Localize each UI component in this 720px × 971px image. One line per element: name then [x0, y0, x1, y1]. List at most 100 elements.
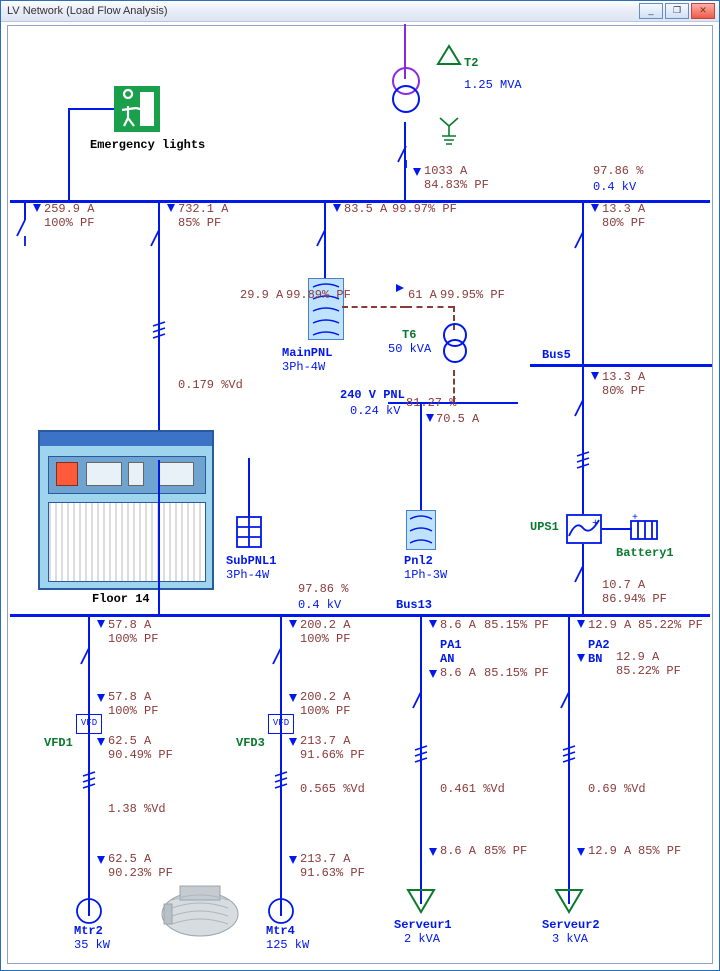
vfd3-out-a: 213.7 A: [300, 734, 350, 748]
breaker-f4: [574, 232, 592, 258]
mainpnl-a: 29.9 A: [240, 288, 283, 302]
breaker-ups: [574, 566, 592, 592]
arrow-icon: [167, 204, 175, 212]
titlebar-text: LV Network (Load Flow Analysis): [7, 5, 168, 17]
srv2-pf: 85% PF: [638, 844, 681, 858]
t6-name: T6: [402, 328, 416, 342]
srv1-a: 8.6 A: [440, 844, 476, 858]
f4-pf: 80% PF: [602, 216, 645, 230]
wye-ground-icon: [432, 114, 466, 148]
motor-photo-icon: [150, 870, 250, 940]
pnl240-a: 70.5 A: [436, 412, 479, 426]
t2-rating: 1.25 MVA: [464, 78, 522, 92]
close-button[interactable]: ✕: [691, 3, 715, 19]
pnl2-name: Pnl2: [404, 554, 433, 568]
vfd1-in-a: 57.8 A: [108, 690, 151, 704]
ups1-name: UPS1: [530, 520, 559, 534]
main-pf: 84.83% PF: [424, 178, 489, 192]
b13f3-a: 8.6 A: [440, 618, 476, 632]
bus13-name: Bus13: [396, 598, 432, 612]
vfd3-icon: VFD: [268, 714, 294, 734]
subpnl1-icon: [236, 516, 262, 548]
load-srv1-icon: [406, 888, 436, 914]
srv1-name: Serveur1: [394, 918, 452, 932]
cable-srv1: [412, 740, 430, 770]
mtr4-pf: 91.63% PF: [300, 866, 365, 880]
breaker-b13f1: [80, 648, 98, 674]
arrow-icon: [591, 372, 599, 380]
pa1-ph: AN: [440, 652, 454, 666]
delta-icon: [436, 44, 462, 66]
f2-a: 732.1 A: [178, 202, 228, 216]
f3-a: 83.5 A: [344, 202, 387, 216]
bus-mainpnl: [342, 306, 406, 310]
bus-pct: 97.86 %: [593, 164, 643, 178]
pnl240-name: 240 V PNL: [340, 388, 405, 402]
vfd3-in-a: 200.2 A: [300, 690, 350, 704]
motor-mtr2-icon: [76, 898, 102, 924]
subpnl-vd: 0.179 %Vd: [178, 378, 243, 392]
mtr4-name: Mtr4: [266, 924, 295, 938]
pa2-ph: BN: [588, 652, 602, 666]
vfd1-name: VFD1: [44, 736, 73, 750]
svg-text:+: +: [592, 518, 599, 530]
titlebar[interactable]: LV Network (Load Flow Analysis) _ ❐ ✕: [1, 1, 719, 22]
srv2-rating: 3 kVA: [552, 932, 588, 946]
breaker-bus5f: [574, 400, 592, 426]
breaker-f3: [316, 230, 334, 256]
cable-srv2: [560, 740, 578, 770]
diagram-canvas[interactable]: T2 1.25 MVA 1033 A 84.83% PF 97.86 % 0.4…: [7, 25, 713, 964]
srv2-name: Serveur2: [542, 918, 600, 932]
mtr2-vd: 1.38 %Vd: [108, 802, 166, 816]
arrow-icon: [429, 670, 437, 678]
vfd1-in-pf: 100% PF: [108, 704, 158, 718]
arrow-icon: [591, 204, 599, 212]
minimize-button[interactable]: _: [639, 3, 663, 19]
breaker-f2: [150, 230, 168, 256]
pa1-a: 8.6 A: [440, 666, 476, 680]
ups1-icon: +: [566, 514, 602, 544]
breaker-pa2: [560, 692, 578, 718]
battery-icon: +: [630, 516, 658, 542]
feeder4-wire: [582, 200, 584, 364]
b13f2-pf: 100% PF: [300, 632, 350, 646]
pnl2-icon: [406, 510, 436, 550]
subpnl1-name: SubPNL1: [226, 554, 276, 568]
maximize-button[interactable]: ❐: [665, 3, 689, 19]
ups-bat-wire: [602, 528, 632, 530]
f1-pf: 100% PF: [44, 216, 94, 230]
bus13-pct: 97.86 %: [298, 582, 348, 596]
pa1-pf: 85.15% PF: [484, 666, 549, 680]
pa2-pf: 85.22% PF: [616, 664, 681, 678]
bus-kv: 0.4 kV: [593, 180, 636, 194]
srv1-pf: 85% PF: [484, 844, 527, 858]
battery1-name: Battery1: [616, 546, 674, 560]
cable-f2: [150, 316, 168, 346]
feeder2-to-bus13: [158, 460, 160, 614]
breaker-pa1: [412, 692, 430, 718]
arrow-icon: [577, 620, 585, 628]
f2-pf: 85% PF: [178, 216, 221, 230]
mtr4-rating: 125 kW: [266, 938, 309, 952]
motor-mtr4-icon: [268, 898, 294, 924]
t6-a: 61 A: [408, 288, 437, 302]
vfd3-name: VFD3: [236, 736, 265, 750]
arrow-icon: [33, 204, 41, 212]
srv1-rating: 2 kVA: [404, 932, 440, 946]
arrow-icon: [333, 204, 341, 212]
main-a: 1033 A: [424, 164, 467, 178]
feeder1-stub: [24, 200, 26, 220]
arrow-icon: [97, 694, 105, 702]
srv2-a: 12.9 A: [588, 844, 631, 858]
pa2-a: 12.9 A: [616, 650, 659, 664]
srv2-vd: 0.69 %Vd: [588, 782, 646, 796]
arrow-icon: [426, 414, 434, 422]
bus5-feed-wire: [582, 364, 584, 514]
vfd1-out-pf: 90.49% PF: [108, 748, 173, 762]
mtr2-rating: 35 kW: [74, 938, 110, 952]
wire-exit: [68, 108, 70, 202]
mtr2-a: 62.5 A: [108, 852, 151, 866]
pa1-name: PA1: [440, 638, 462, 652]
vfd3-out-pf: 91.66% PF: [300, 748, 365, 762]
transformer-t6-icon: [438, 322, 472, 370]
